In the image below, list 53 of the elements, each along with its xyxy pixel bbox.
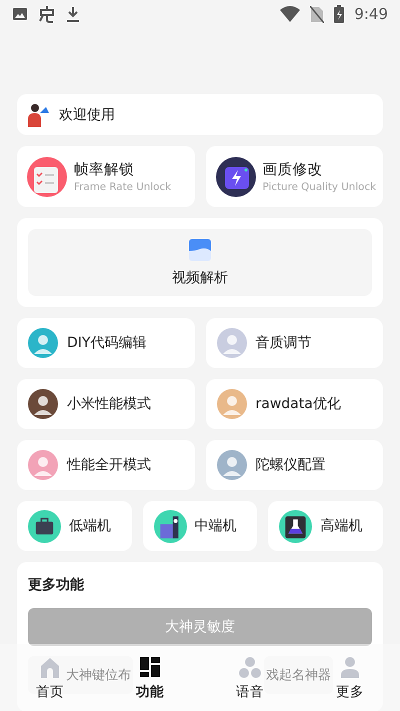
tool-label: 性能全开模式 [67,456,151,474]
avatar-icon [28,328,58,358]
device-label: 高端机 [320,517,362,535]
image-icon [12,6,28,22]
avatar-icon [216,389,246,419]
device-card[interactable]: 高端机 [268,501,383,551]
briefcase-icon [28,510,61,542]
bolt-icon [216,156,256,196]
clock: 9:49 [354,5,388,23]
tool-card[interactable]: rawdata优化 [206,379,383,429]
circles-icon [239,656,261,679]
avatar-icon [216,450,246,480]
tool-label: 小米性能模式 [67,395,151,413]
device-card[interactable]: 低端机 [17,501,132,551]
avatar-icon [28,389,58,419]
checklist-icon [27,156,67,196]
feature-card[interactable]: 帧率解锁 Frame Rate Unlock [17,146,194,207]
tool-card[interactable]: 音质调节 [206,318,383,368]
welcome-card[interactable]: 欢迎使用 [17,94,383,135]
download-icon [66,6,80,22]
grid-icon [139,656,161,679]
video-parse-button[interactable]: 视频解析 [28,229,372,296]
tool-label: 陀螺仪配置 [256,456,326,474]
tool-card[interactable]: DIY代码编辑 [17,318,194,368]
image-icon [189,238,211,260]
tool-card[interactable]: 陀螺仪配置 [206,440,383,490]
tool-card[interactable]: 小米性能模式 [17,379,194,429]
tool-label: DIY代码编辑 [67,334,146,352]
nav-tab[interactable]: 语音 [236,656,264,701]
section-title: 更多功能 [28,576,85,594]
device-label: 中端机 [194,517,237,535]
wifi-icon [280,6,300,22]
tool-label: rawdata优化 [256,395,341,413]
avatar-icon [216,328,246,358]
home-icon [39,656,61,679]
nav-tab[interactable]: 更多 [336,656,364,701]
feature-title: 帧率解锁 [74,160,135,179]
feature-card[interactable]: 画质修改 Picture Quality Unlock [206,146,383,207]
person-icon [339,656,361,679]
no-sim-icon [310,6,324,22]
avatar-icon [28,450,58,480]
tool-card[interactable]: 性能全开模式 [17,440,194,490]
building-icon [154,510,187,542]
device-card[interactable]: 中端机 [142,501,258,551]
tool-label: 音质调节 [256,334,312,352]
nav-tab[interactable]: 功能 [136,656,164,701]
feature-subtitle: Frame Rate Unlock [74,181,172,193]
flask-icon [279,510,312,542]
device-label: 低端机 [69,517,111,535]
battery-icon [334,5,344,23]
welcome-text: 欢迎使用 [59,106,115,124]
feature-title: 画质修改 [262,161,324,179]
feature-subtitle: Picture Quality Unlock [262,181,376,193]
